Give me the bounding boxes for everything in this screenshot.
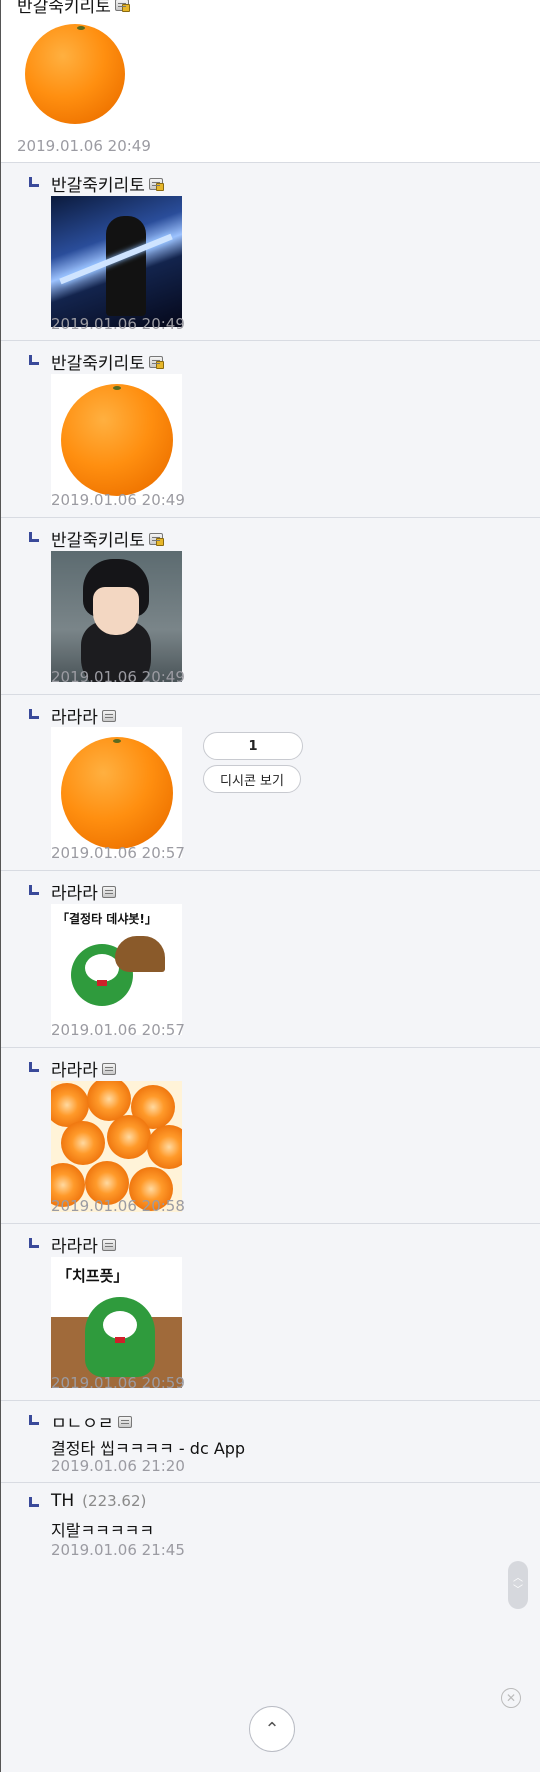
dccon-view-button[interactable]: 디시콘 보기 (203, 765, 301, 793)
comment-nick[interactable]: 반갈죽키리토 (51, 526, 164, 551)
comment-item: 라라라 2019.01.06 20:58 (1, 1048, 540, 1224)
comment-text: 지랄ㅋㅋㅋㅋㅋ (51, 1521, 155, 1540)
dccon-count-button[interactable]: 1 (203, 732, 303, 760)
comment-item: 반갈죽키리토 2019.01.06 20:49 (1, 341, 540, 518)
nick-label: 반갈죽키리토 (51, 176, 145, 196)
nick-label: 라라라 (51, 884, 98, 904)
member-mark-icon (101, 1238, 116, 1251)
reply-arrow-icon (29, 1238, 39, 1248)
reply-arrow-icon (29, 1497, 39, 1507)
comment-item: 반갈죽키리토 2019.01.06 20:49 (1, 518, 540, 695)
nick-label: 반갈죽키리토 (17, 0, 111, 17)
sticker-caption: 「치프픗」 (57, 1267, 129, 1285)
comment-date: 2019.01.06 20:49 (51, 491, 185, 509)
comment-text: 결정타 씹ㅋㅋㅋㅋ - dc App (51, 1439, 246, 1458)
comment-item: 라라라 「결정타 데샤봇!」 2019.01.06 20:57 (1, 871, 540, 1048)
comment-image-orange[interactable] (25, 24, 131, 130)
comment-nick[interactable]: TH (223.62) (51, 1491, 146, 1511)
comment-nick[interactable]: 라라라 (51, 1232, 116, 1257)
reply-arrow-icon (29, 885, 39, 895)
comment-item: 라라라 1 디시콘 보기 2019.01.06 20:57 (1, 695, 540, 871)
nick-label: 라라라 (51, 708, 98, 728)
comment-ip: (223.62) (82, 1492, 147, 1510)
scroll-handle[interactable]: ︿ ﹀ (508, 1561, 528, 1609)
comment-image-anime-sword[interactable] (51, 196, 182, 327)
comment-date: 2019.01.06 20:49 (51, 315, 185, 333)
member-mark-icon (148, 532, 164, 546)
nick-label: 반갈죽키리토 (51, 531, 145, 551)
scroll-top-icon: ⌃ (264, 1718, 280, 1740)
comment-nick[interactable]: 라라라 (51, 1056, 116, 1081)
comment-date: 2019.01.06 20:58 (51, 1197, 185, 1215)
comment-date: 2019.01.06 20:59 (51, 1374, 185, 1392)
comment-date: 2019.01.06 20:57 (51, 844, 185, 862)
nick-label: ㅁㄴㅇㄹ (51, 1414, 114, 1434)
nick-label: 라라라 (51, 1237, 98, 1257)
comment-image-orange[interactable] (51, 374, 182, 505)
delete-icon[interactable]: ✕ (501, 1688, 521, 1708)
member-mark-icon (114, 0, 130, 12)
comment-date: 2019.01.06 21:20 (51, 1457, 185, 1475)
comment-nick[interactable]: 반갈죽키리토 (51, 171, 164, 196)
frog-figure (85, 1297, 155, 1377)
comment-nick[interactable]: 라라라 (51, 703, 116, 728)
comment-item: 반갈죽키리토 2019.01.06 20:49 (1, 163, 540, 341)
reply-arrow-icon (29, 709, 39, 719)
member-mark-icon (117, 1415, 132, 1428)
reply-arrow-icon (29, 1062, 39, 1072)
nick-label: TH (51, 1491, 75, 1511)
member-mark-icon (101, 1062, 116, 1075)
nick-label: 라라라 (51, 1061, 98, 1081)
comment-image-frog-sticker[interactable]: 「결정타 데샤봇!」 (51, 904, 182, 1035)
scroll-up-icon: ︿ (513, 1573, 523, 1584)
sticker-tail (115, 936, 165, 972)
comment-nick[interactable]: 라라라 (51, 879, 116, 904)
comment-date: 2019.01.06 21:45 (51, 1541, 185, 1559)
comment-date: 2019.01.06 20:49 (17, 137, 151, 155)
reply-arrow-icon (29, 1415, 39, 1425)
member-mark-icon (148, 177, 164, 191)
comment-image-orange[interactable] (51, 727, 182, 858)
comment-item: 라라라 「치프픗」 2019.01.06 20:59 (1, 1224, 540, 1401)
comment-nick[interactable]: 반갈죽키리토 (17, 0, 130, 17)
reply-arrow-icon (29, 532, 39, 542)
member-mark-icon (148, 355, 164, 369)
comment-date: 2019.01.06 20:49 (51, 668, 185, 686)
comment-image-frog-sticker[interactable]: 「치프픗」 (51, 1257, 182, 1388)
member-mark-icon (101, 709, 116, 722)
comment-nick[interactable]: ㅁㄴㅇㄹ (51, 1409, 132, 1434)
comment-thread: 반갈죽키리토 2019.01.06 20:49 반갈죽키리토 2019.01.0… (0, 0, 540, 1772)
member-mark-icon (101, 885, 116, 898)
comment-item: 반갈죽키리토 2019.01.06 20:49 (1, 0, 540, 163)
reply-arrow-icon (29, 177, 39, 187)
nick-label: 반갈죽키리토 (51, 354, 145, 374)
comment-date: 2019.01.06 20:57 (51, 1021, 185, 1039)
scroll-top-button[interactable]: ⌃ (249, 1706, 295, 1752)
comment-nick[interactable]: 반갈죽키리토 (51, 349, 164, 374)
scroll-down-icon: ﹀ (513, 1585, 523, 1596)
comment-image-orange-slices[interactable] (51, 1081, 182, 1212)
reply-arrow-icon (29, 355, 39, 365)
sticker-caption: 「결정타 데샤봇!」 (57, 912, 157, 926)
comment-item: ㅁㄴㅇㄹ 결정타 씹ㅋㅋㅋㅋ - dc App 2019.01.06 21:20 (1, 1401, 540, 1483)
comment-image-anime-character[interactable] (51, 551, 182, 682)
